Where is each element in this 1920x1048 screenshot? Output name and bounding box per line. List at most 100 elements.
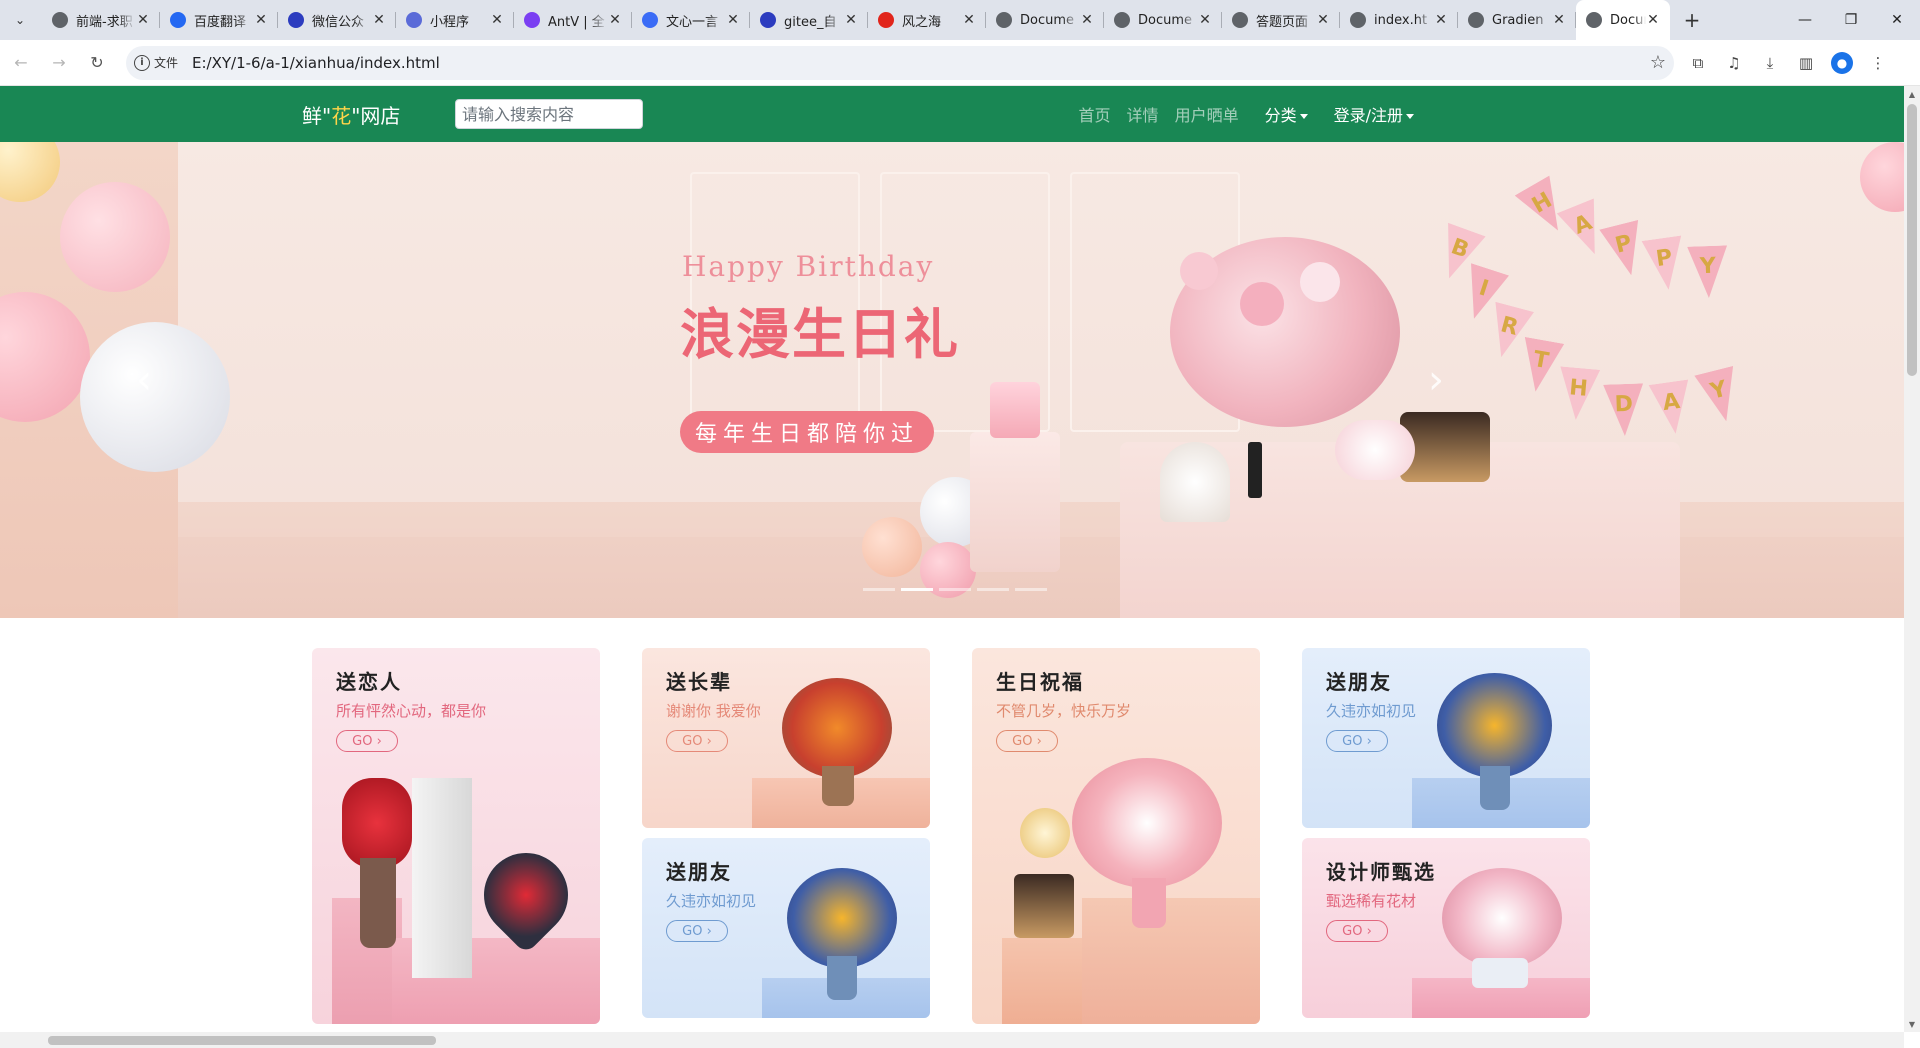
browser-tab[interactable]: 微信公众 ✕ [278, 0, 396, 40]
site-search-input[interactable] [455, 99, 643, 129]
new-tab-button[interactable]: + [1678, 6, 1706, 34]
tab-close-icon[interactable]: ✕ [490, 12, 504, 28]
flower-image [1300, 262, 1340, 302]
browser-tab[interactable]: 答题页面 ✕ [1222, 0, 1340, 40]
browser-tab[interactable]: 小程序 ✕ [396, 0, 514, 40]
category-card-subtitle: 谢谢你 我爱你 [666, 702, 761, 720]
tab-favicon-icon [642, 12, 658, 28]
tab-favicon-icon [170, 12, 186, 28]
downloads-icon[interactable]: ⤓ [1752, 46, 1788, 80]
menu-home-link[interactable]: 首页 [1079, 102, 1111, 126]
browser-tab[interactable]: 百度翻译 ✕ [160, 0, 278, 40]
tab-close-icon[interactable]: ✕ [1646, 12, 1660, 28]
horizontal-scrollbar[interactable] [0, 1032, 1904, 1048]
browser-tab[interactable]: Docume✕ [986, 0, 1104, 40]
tab-title: 小程序 [430, 14, 470, 30]
login-caret-icon [1406, 114, 1414, 119]
browser-tab[interactable]: gitee_自 ✕ [750, 0, 868, 40]
browser-toolbar: ← → ↻ i 文件 E:/XY/1-6/a-1/xianhua/index.h… [0, 40, 1920, 86]
tab-close-icon[interactable]: ✕ [726, 12, 740, 28]
tab-favicon-icon [52, 12, 68, 28]
tab-close-icon[interactable]: ✕ [844, 12, 858, 28]
carousel-indicator[interactable] [1015, 588, 1047, 591]
side-panel-icon[interactable]: ▥ [1788, 46, 1824, 80]
tab-close-icon[interactable]: ✕ [1316, 12, 1330, 28]
tab-title: 答题页面 [1256, 14, 1309, 30]
window-controls: — ❐ ✕ [1782, 0, 1920, 40]
browser-menu-icon[interactable]: ⋮ [1860, 46, 1896, 80]
browser-tab[interactable]: 风之海 ✕ [868, 0, 986, 40]
tab-close-icon[interactable]: ✕ [1080, 12, 1094, 28]
tab-close-icon[interactable]: ✕ [962, 12, 976, 28]
dove-chocolate-image [1335, 420, 1415, 480]
profile-avatar-icon[interactable]: ● [1831, 51, 1853, 74]
browser-tab[interactable]: index.ht ✕ [1340, 0, 1458, 40]
browser-tab[interactable]: AntV | 全 ✕ [514, 0, 632, 40]
category-go-button[interactable]: GO › [996, 730, 1058, 752]
menu-login-dropdown[interactable]: 登录/注册 [1334, 102, 1414, 126]
brand-suffix: "网店 [351, 104, 401, 128]
restore-icon[interactable]: ❐ [1828, 0, 1874, 40]
tab-favicon-icon [760, 12, 776, 28]
vertical-scroll-thumb[interactable] [1907, 104, 1917, 376]
hero-subtitle: Happy Birthday [682, 250, 935, 283]
browser-tab[interactable]: Docume✕ [1576, 0, 1670, 40]
balloon-image [60, 182, 170, 292]
category-go-button[interactable]: GO › [666, 730, 728, 752]
carousel-indicator[interactable] [863, 588, 895, 591]
category-go-button[interactable]: GO › [1326, 920, 1388, 942]
site-info-icon[interactable]: i [134, 54, 150, 71]
tab-close-icon[interactable]: ✕ [1434, 12, 1448, 28]
tab-close-icon[interactable]: ✕ [1198, 12, 1212, 28]
extensions-icon[interactable]: ⧉ [1680, 46, 1716, 80]
tab-title: 百度翻译 [194, 14, 247, 30]
tab-close-icon[interactable]: ✕ [254, 12, 268, 28]
menu-share-link[interactable]: 用户晒单 [1175, 102, 1239, 126]
tab-close-icon[interactable]: ✕ [372, 12, 386, 28]
category-go-button[interactable]: GO › [666, 920, 728, 942]
tab-favicon-icon [878, 12, 894, 28]
category-card-text: 生日祝福 不管几岁，快乐万岁 GO › [972, 648, 1260, 768]
tab-favicon-icon [1232, 12, 1248, 28]
hero-title: 浪漫生日礼 [680, 303, 960, 366]
back-icon[interactable]: ← [4, 46, 38, 80]
brand-highlight: 花 [331, 104, 352, 128]
close-window-icon[interactable]: ✕ [1874, 0, 1920, 40]
browser-tab[interactable]: 前端-求职 ✕ [42, 0, 160, 40]
tab-close-icon[interactable]: ✕ [1552, 12, 1566, 28]
forward-icon[interactable]: → [42, 46, 76, 80]
category-card-text: 送长辈 谢谢你 我爱你 GO › [642, 648, 930, 768]
tab-close-icon[interactable]: ✕ [136, 12, 150, 28]
menu-category-dropdown[interactable]: 分类 [1265, 102, 1308, 126]
address-url[interactable]: E:/XY/1-6/a-1/xianhua/index.html [192, 54, 1650, 72]
pedestal-image [1082, 898, 1260, 1024]
site-brand[interactable]: 鲜" 花 "网店 [302, 100, 400, 129]
browser-tab-bar: ⌄ 前端-求职 ✕ 百度翻译 ✕ 微信公众 ✕ 小程序 ✕ AntV | 全 ✕ 文心一言 ✕ gite… [0, 0, 1920, 40]
reload-icon[interactable]: ↻ [80, 46, 114, 80]
category-go-button[interactable]: GO › [1326, 730, 1388, 752]
browser-tab[interactable]: Docume✕ [1104, 0, 1222, 40]
category-card-title: 生日祝福 [996, 670, 1084, 694]
media-controls-icon[interactable]: ♫ [1716, 46, 1752, 80]
scroll-up-icon[interactable]: ▲ [1904, 86, 1920, 102]
browser-tab[interactable]: 文心一言 ✕ [632, 0, 750, 40]
vertical-scrollbar[interactable]: ▲ ▼ [1904, 86, 1920, 1032]
carousel-indicator[interactable] [977, 588, 1009, 591]
bookmark-star-icon[interactable]: ☆ [1650, 52, 1666, 73]
browser-tab[interactable]: Gradien ✕ [1458, 0, 1576, 40]
hero-pill: 每年生日都陪你过 [680, 411, 934, 453]
horizontal-scroll-thumb[interactable] [48, 1036, 436, 1045]
address-bar[interactable]: i 文件 E:/XY/1-6/a-1/xianhua/index.html ☆ [126, 45, 1674, 80]
carousel-indicator[interactable] [901, 588, 933, 591]
menu-detail-link[interactable]: 详情 [1127, 102, 1159, 126]
carousel-next-icon[interactable]: › [1416, 350, 1456, 410]
category-go-button[interactable]: GO › [336, 730, 398, 752]
carousel-prev-icon[interactable]: ‹ [124, 350, 164, 410]
tab-title: 文心一言 [666, 14, 719, 30]
category-card-subtitle: 甄选稀有花材 [1326, 892, 1417, 910]
carousel-indicator[interactable] [939, 588, 971, 591]
tab-search-dropdown-icon[interactable]: ⌄ [8, 8, 32, 32]
tab-close-icon[interactable]: ✕ [608, 12, 622, 28]
minimize-icon[interactable]: — [1782, 0, 1828, 40]
scroll-down-icon[interactable]: ▼ [1904, 1016, 1920, 1032]
